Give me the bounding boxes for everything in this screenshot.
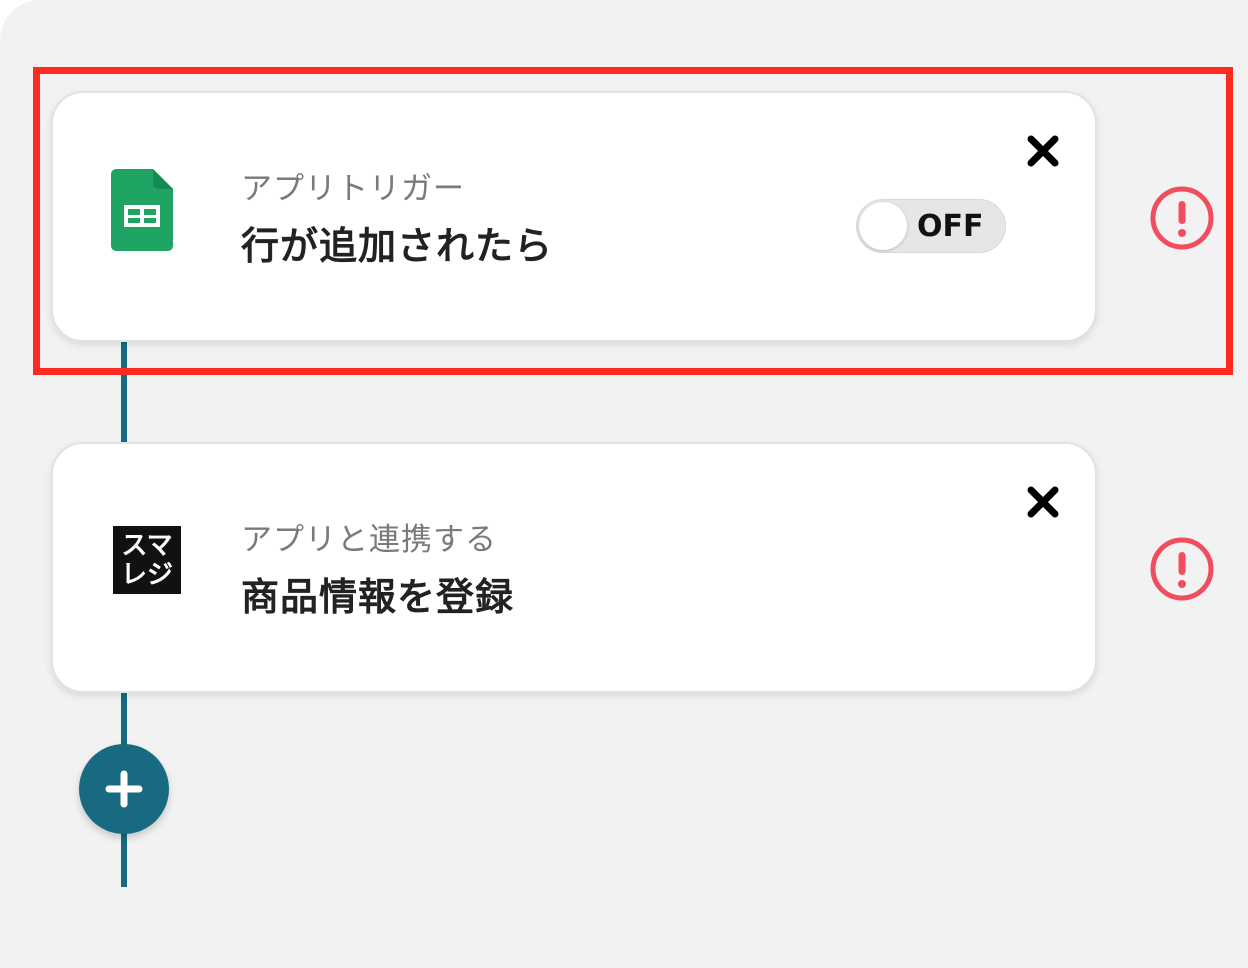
connector-line (121, 833, 127, 887)
smaregi-icon: スマ レジ (111, 520, 185, 602)
alert-icon[interactable] (1148, 184, 1216, 252)
step-title: 行が追加されたら (241, 224, 554, 268)
google-sheets-icon (111, 169, 185, 251)
svg-text:スマ: スマ (121, 531, 172, 561)
toggle-knob (859, 202, 907, 250)
svg-text:レジ: レジ (121, 560, 173, 590)
toggle-label: OFF (917, 209, 984, 244)
plus-icon (105, 770, 143, 808)
close-icon[interactable] (1025, 133, 1061, 169)
canvas: アプリトリガー 行が追加されたら OFF スマ レジ アプリと連携する 商品情報… (0, 0, 1248, 968)
trigger-toggle[interactable]: OFF (856, 199, 1006, 253)
connector-line (121, 693, 127, 745)
add-step-button[interactable] (79, 744, 169, 834)
close-icon[interactable] (1025, 484, 1061, 520)
connector-line (121, 340, 127, 444)
alert-icon[interactable] (1148, 535, 1216, 603)
flow-panel: アプリトリガー 行が追加されたら OFF スマ レジ アプリと連携する 商品情報… (0, 0, 1248, 968)
step-title: 商品情報を登録 (241, 575, 515, 619)
step-subtitle: アプリと連携する (241, 522, 497, 558)
action-card[interactable]: スマ レジ アプリと連携する 商品情報を登録 (51, 442, 1097, 693)
step-subtitle: アプリトリガー (241, 171, 465, 207)
trigger-card[interactable]: アプリトリガー 行が追加されたら OFF (51, 91, 1097, 342)
